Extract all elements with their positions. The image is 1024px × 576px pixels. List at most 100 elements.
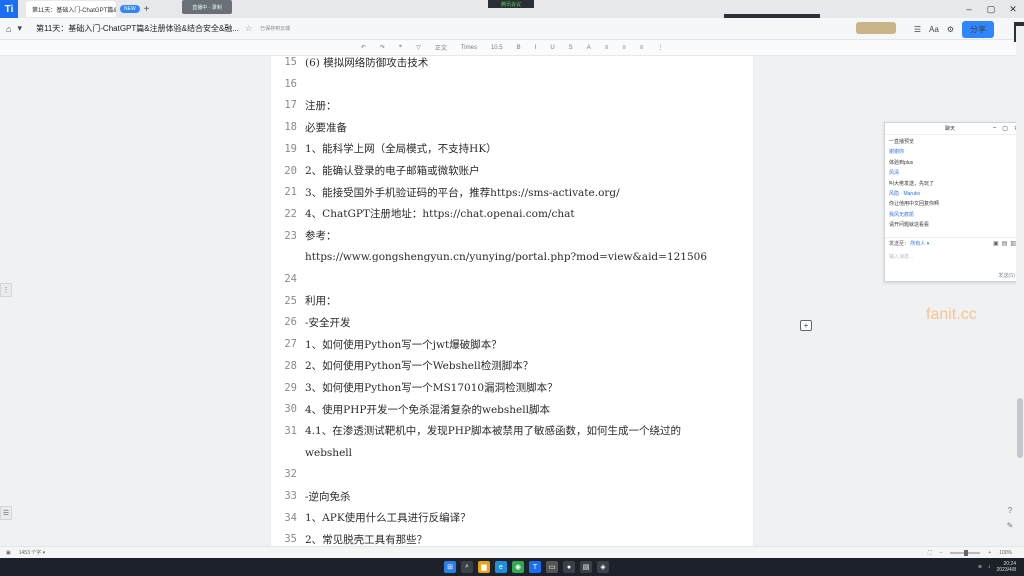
search-icon[interactable]: ⌕ — [461, 561, 473, 573]
help-icon[interactable]: ? — [1008, 506, 1012, 515]
line-text[interactable]: (6) 模拟网络防御攻击技术 — [305, 56, 428, 70]
line-text[interactable]: 4、使用PHP开发一个免杀混淆复杂的webshell脚本 — [305, 402, 550, 417]
style-select[interactable]: 正文 — [435, 43, 447, 52]
zoom-out-icon[interactable]: – — [940, 550, 943, 556]
redo-icon[interactable]: ↷ — [380, 44, 385, 51]
document-line[interactable]: 29 3、如何使用Python写一个MS17010漏洞检测脚本？ — [271, 377, 753, 399]
chat-input[interactable]: 输入消息... — [889, 253, 1019, 260]
page-view-icon[interactable]: ▣ — [6, 550, 11, 556]
app-extra-icon[interactable]: ◈ — [597, 561, 609, 573]
document-line[interactable]: 21 3、能接受国外手机验证码的平台，推荐https://sms-activate… — [271, 181, 753, 203]
document-line[interactable]: 31 4.1、在渗透测试靶机中，发现PHP脚本被禁用了敏感函数，如何生成一个绕过的 — [271, 420, 753, 442]
chat-window[interactable]: 聊天 – ▢ ✕ 一直播预览谢谢你体验到plus 风清叫大佬发送，先玩了风隐 · … — [884, 122, 1024, 282]
line-text[interactable]: 利用： — [305, 293, 337, 308]
line-text[interactable]: webshell — [305, 447, 352, 459]
line-text[interactable]: 必要准备 — [305, 120, 347, 135]
app-logo[interactable]: Ti — [0, 0, 18, 18]
maximize-icon[interactable]: ▢ — [980, 0, 1002, 18]
document-page[interactable]: 15 (6) 模拟网络防御攻击技术 16 17 注册： 18 必要准备 19 1、能科学上网（全… — [270, 56, 754, 546]
settings-icon[interactable]: ⚙ — [947, 25, 954, 34]
font-color-button[interactable]: A — [587, 45, 591, 51]
document-line[interactable]: webshell — [271, 442, 753, 464]
document-line[interactable]: 33 -逆向免杀 — [271, 485, 753, 507]
chevron-down-icon[interactable]: ▾ — [17, 23, 22, 34]
line-text[interactable]: https://www.gongshengyun.cn/yunying/port… — [305, 251, 707, 263]
document-line[interactable]: https://www.gongshengyun.cn/yunying/port… — [271, 246, 753, 268]
zoom-slider[interactable] — [950, 549, 981, 556]
document-line[interactable]: 15 (6) 模拟网络防御攻击技术 — [271, 56, 753, 73]
document-line[interactable]: 18 必要准备 — [271, 116, 753, 138]
chrome-browser-icon[interactable]: ◉ — [512, 561, 524, 573]
line-text[interactable]: -逆向免杀 — [305, 489, 351, 504]
document-line[interactable]: 27 1、如何使用Python写一个jwt爆破脚本？ — [271, 333, 753, 355]
document-line[interactable]: 26 -安全开发 — [271, 311, 753, 333]
line-text[interactable]: 2、常见脱壳工具有那些？ — [305, 532, 427, 546]
line-text[interactable]: 4.1、在渗透测试靶机中，发现PHP脚本被禁用了敏感函数，如何生成一个绕过的 — [305, 423, 681, 438]
collaborator-avatars[interactable] — [856, 22, 896, 34]
align-left-button[interactable]: ≡ — [605, 45, 609, 51]
minimize-icon[interactable]: – — [958, 0, 980, 18]
volume-icon[interactable]: ♪ — [988, 564, 991, 570]
clock[interactable]: 20:24 2023/4/8 — [997, 561, 1016, 573]
history-icon[interactable]: ☰ — [914, 25, 921, 34]
chat-maximize-icon[interactable]: ▢ — [1002, 125, 1008, 132]
star-icon[interactable]: ☆ — [245, 24, 252, 33]
close-icon[interactable]: ✕ — [1002, 0, 1024, 18]
word-count[interactable]: 1453 个字 ▾ — [19, 549, 45, 556]
more-icon[interactable]: ⋮ — [657, 44, 663, 51]
feedback-icon[interactable]: ✎ — [1007, 521, 1014, 530]
bold-button[interactable]: B — [517, 45, 521, 51]
line-text[interactable]: 1、如何使用Python写一个jwt爆破脚本？ — [305, 337, 502, 352]
chat-to-target[interactable]: 所有人 ▾ — [910, 241, 929, 247]
zoom-in-icon[interactable]: + — [988, 550, 991, 556]
line-text[interactable]: 3、如何使用Python写一个MS17010漏洞检测脚本？ — [305, 380, 558, 395]
file-explorer-icon[interactable]: ▆ — [478, 561, 490, 573]
home-icon[interactable]: ⌂ — [6, 24, 11, 34]
line-text[interactable]: -安全开发 — [305, 315, 351, 330]
document-line[interactable]: 24 — [271, 268, 753, 290]
italic-button[interactable]: I — [535, 45, 537, 51]
vertical-scrollbar[interactable] — [1016, 26, 1024, 546]
line-text[interactable]: 1、APK使用什么工具进行反编译？ — [305, 510, 471, 525]
add-comment-icon[interactable]: + — [800, 320, 812, 331]
zoom-level[interactable]: 100% — [999, 550, 1012, 556]
document-line[interactable]: 20 2、能确认登录的电子邮箱或微软账户 — [271, 160, 753, 182]
size-select[interactable]: 10.5 — [491, 45, 503, 51]
document-line[interactable]: 32 — [271, 463, 753, 485]
clear-format-icon[interactable]: ▽ — [416, 44, 421, 51]
chat-minimize-icon[interactable]: – — [993, 125, 996, 132]
doc-tab[interactable]: 第11天：基础入门-ChatGPT篇&注册体验&结合安全&融... — [26, 1, 116, 17]
gallery-app-icon[interactable]: ▤ — [580, 561, 592, 573]
font-size-icon[interactable]: Aa — [929, 25, 939, 34]
document-line[interactable]: 30 4、使用PHP开发一个免杀混淆复杂的webshell脚本 — [271, 398, 753, 420]
document-line[interactable]: 17 注册： — [271, 94, 753, 116]
line-text[interactable]: 2、能确认登录的电子邮箱或微软账户 — [305, 163, 480, 178]
docs-app-icon[interactable]: T — [529, 561, 541, 573]
meeting-app-icon[interactable]: ● — [563, 561, 575, 573]
windows-start-icon[interactable]: ⊞ — [444, 561, 456, 573]
share-button[interactable]: 分享 — [962, 21, 994, 38]
scrollbar-thumb[interactable] — [1017, 398, 1023, 458]
document-line[interactable]: 19 1、能科学上网（全局模式，不支持HK） — [271, 138, 753, 160]
line-text[interactable]: 3、能接受国外手机验证码的平台，推荐https://sms-activate.o… — [305, 185, 620, 200]
document-line[interactable]: 34 1、APK使用什么工具进行反编译？ — [271, 507, 753, 529]
wifi-icon[interactable]: ≋ — [978, 564, 982, 570]
meeting-badge[interactable]: 腾讯会议 — [488, 0, 534, 8]
undo-icon[interactable]: ↶ — [361, 44, 366, 51]
strike-button[interactable]: S — [569, 45, 573, 51]
document-line[interactable]: 23 参考： — [271, 225, 753, 247]
document-line[interactable]: 35 2、常见脱壳工具有那些？ — [271, 528, 753, 546]
terminal-icon[interactable]: ▭ — [546, 561, 558, 573]
toc-toggle-icon[interactable]: ☰ — [0, 506, 12, 520]
underline-button[interactable]: U — [550, 45, 554, 51]
line-text[interactable]: 2、如何使用Python写一个Webshell检测脚本？ — [305, 358, 533, 373]
document-line[interactable]: 16 — [271, 73, 753, 95]
edge-browser-icon[interactable]: e — [495, 561, 507, 573]
align-center-button[interactable]: ≡ — [622, 45, 626, 51]
format-painter-icon[interactable]: ⌖ — [399, 44, 402, 51]
document-title[interactable]: 第11天：基础入门-ChatGPT篇&注册体验&结合安全&融... — [36, 23, 239, 34]
font-select[interactable]: Times — [461, 45, 477, 51]
outline-toggle-icon[interactable]: ⋮ — [0, 283, 12, 297]
list-button[interactable]: ≡ — [640, 45, 644, 51]
document-line[interactable]: 28 2、如何使用Python写一个Webshell检测脚本？ — [271, 355, 753, 377]
